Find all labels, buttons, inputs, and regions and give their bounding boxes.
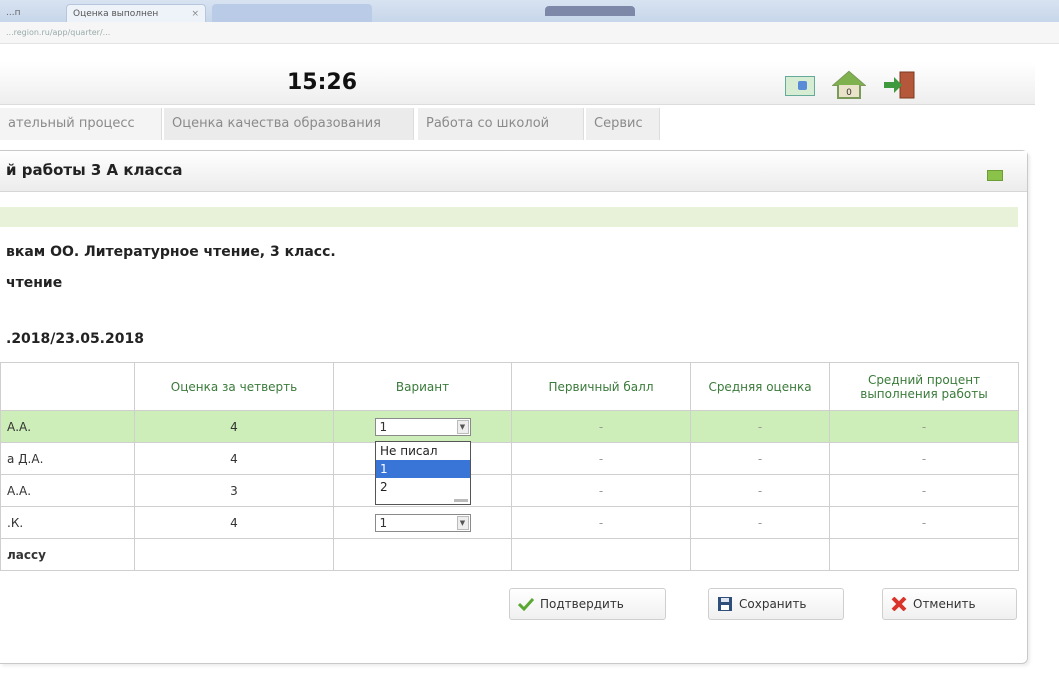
quarter-grade: 4 <box>134 410 334 443</box>
quarter-grade: 4 <box>134 442 334 475</box>
browser-tab[interactable] <box>212 4 372 22</box>
chevron-down-icon[interactable]: ▼ <box>456 515 469 530</box>
variant-dropdown-list: Не писал 1 2 <box>375 441 471 505</box>
average-grade: - <box>690 410 830 443</box>
menu-item-educational-process[interactable]: ательный процесс <box>0 108 162 140</box>
home-icon[interactable]: 0 <box>832 70 866 100</box>
exit-icon[interactable] <box>882 70 920 100</box>
table-row[interactable]: А.А. 3 - - - <box>0 474 1019 507</box>
panel-title: й работы 3 А класса <box>6 161 183 179</box>
primary-score: - <box>511 506 691 539</box>
quarter-grade: 4 <box>134 506 334 539</box>
dropdown-option-selected[interactable]: 1 <box>376 460 470 478</box>
clock-time: 15:26 <box>287 70 358 95</box>
menu-item-service[interactable]: Сервис <box>586 108 660 140</box>
table-row[interactable]: а Д.А. 4 - - - <box>0 442 1019 475</box>
average-grade: - <box>690 506 830 539</box>
browser-tab-label: Оценка выполнен <box>73 9 159 19</box>
variant-cell: 1 ▼ <box>333 410 512 443</box>
info-bar <box>0 207 1018 227</box>
column-header-average-grade: Средняя оценка <box>690 362 830 411</box>
cancel-button[interactable]: Отменить <box>882 588 1017 620</box>
main-menu: ательный процесс Оценка качества образов… <box>0 108 1035 140</box>
dropdown-option[interactable]: Не писал <box>376 442 470 460</box>
quarter-grade <box>134 538 334 571</box>
menu-item-school-work[interactable]: Работа со школой <box>418 108 584 140</box>
student-name: А.А. <box>0 474 135 507</box>
subject-label: чтение <box>6 275 63 291</box>
variant-select-value: 1 <box>379 515 388 530</box>
quarter-grade: 3 <box>134 474 334 507</box>
variant-cell: 1 ▼ <box>333 506 512 539</box>
confirm-button[interactable]: Подтвердить <box>509 588 666 620</box>
student-name: .К. <box>0 506 135 539</box>
app-header: 15:26 0 <box>0 62 1035 105</box>
variant-select[interactable]: 1 ▼ <box>374 513 471 532</box>
average-percent <box>829 538 1019 571</box>
table-row[interactable]: А.А. 4 1 ▼ - - - <box>0 410 1019 443</box>
resize-grip-icon[interactable] <box>454 499 468 502</box>
average-percent: - <box>829 410 1019 443</box>
work-description: вкам ОО. Литературное чтение, 3 класс. <box>6 244 336 260</box>
variant-select[interactable]: 1 ▼ <box>374 417 471 436</box>
average-grade <box>690 538 830 571</box>
column-header-primary-score: Первичный балл <box>511 362 691 411</box>
save-button[interactable]: Сохранить <box>708 588 844 620</box>
browser-tab-strip: ...п Оценка выполнен × <box>0 0 1059 22</box>
browser-window-title <box>545 6 635 16</box>
panel-header: й работы 3 А класса <box>0 151 1027 192</box>
cross-icon <box>891 597 907 611</box>
average-percent: - <box>829 506 1019 539</box>
column-header-quarter-grade: Оценка за четверть <box>134 362 334 411</box>
student-name: А.А. <box>0 410 135 443</box>
confirm-button-label: Подтвердить <box>540 597 624 611</box>
dropdown-option[interactable]: 2 <box>376 478 470 496</box>
save-button-label: Сохранить <box>739 597 807 611</box>
address-bar[interactable]: ...region.ru/app/quarter/... <box>0 22 1059 44</box>
primary-score <box>511 538 691 571</box>
monitor-icon[interactable] <box>785 76 815 96</box>
expand-icon[interactable] <box>987 170 1003 181</box>
column-header-variant: Вариант <box>333 362 512 411</box>
cancel-button-label: Отменить <box>913 597 976 611</box>
svg-text:0: 0 <box>846 88 852 98</box>
date-range: .2018/23.05.2018 <box>6 331 144 347</box>
primary-score: - <box>511 410 691 443</box>
table-row[interactable]: .К. 4 1 ▼ - - - <box>0 506 1019 539</box>
table-row-total: лассу <box>0 538 1019 571</box>
browser-tab-active[interactable]: Оценка выполнен × <box>66 4 206 22</box>
variant-select-value: 1 <box>379 419 388 434</box>
primary-score: - <box>511 442 691 475</box>
variant-cell <box>333 538 512 571</box>
close-icon[interactable]: × <box>191 5 199 22</box>
average-percent: - <box>829 474 1019 507</box>
column-header-average-percent: Средний процент выполнения работы <box>829 362 1019 411</box>
total-label: лассу <box>0 538 135 571</box>
table-header-row: Оценка за четверть Вариант Первичный бал… <box>0 362 1019 411</box>
menu-item-quality-assessment[interactable]: Оценка качества образования <box>164 108 414 140</box>
grades-table: Оценка за четверть Вариант Первичный бал… <box>0 362 1019 571</box>
column-header-student <box>0 362 135 411</box>
browser-tab[interactable]: ...п <box>0 4 62 22</box>
average-percent: - <box>829 442 1019 475</box>
average-grade: - <box>690 442 830 475</box>
checkmark-icon <box>518 597 534 611</box>
average-grade: - <box>690 474 830 507</box>
primary-score: - <box>511 474 691 507</box>
floppy-disk-icon <box>718 597 732 611</box>
chevron-down-icon[interactable]: ▼ <box>456 419 469 434</box>
student-name: а Д.А. <box>0 442 135 475</box>
